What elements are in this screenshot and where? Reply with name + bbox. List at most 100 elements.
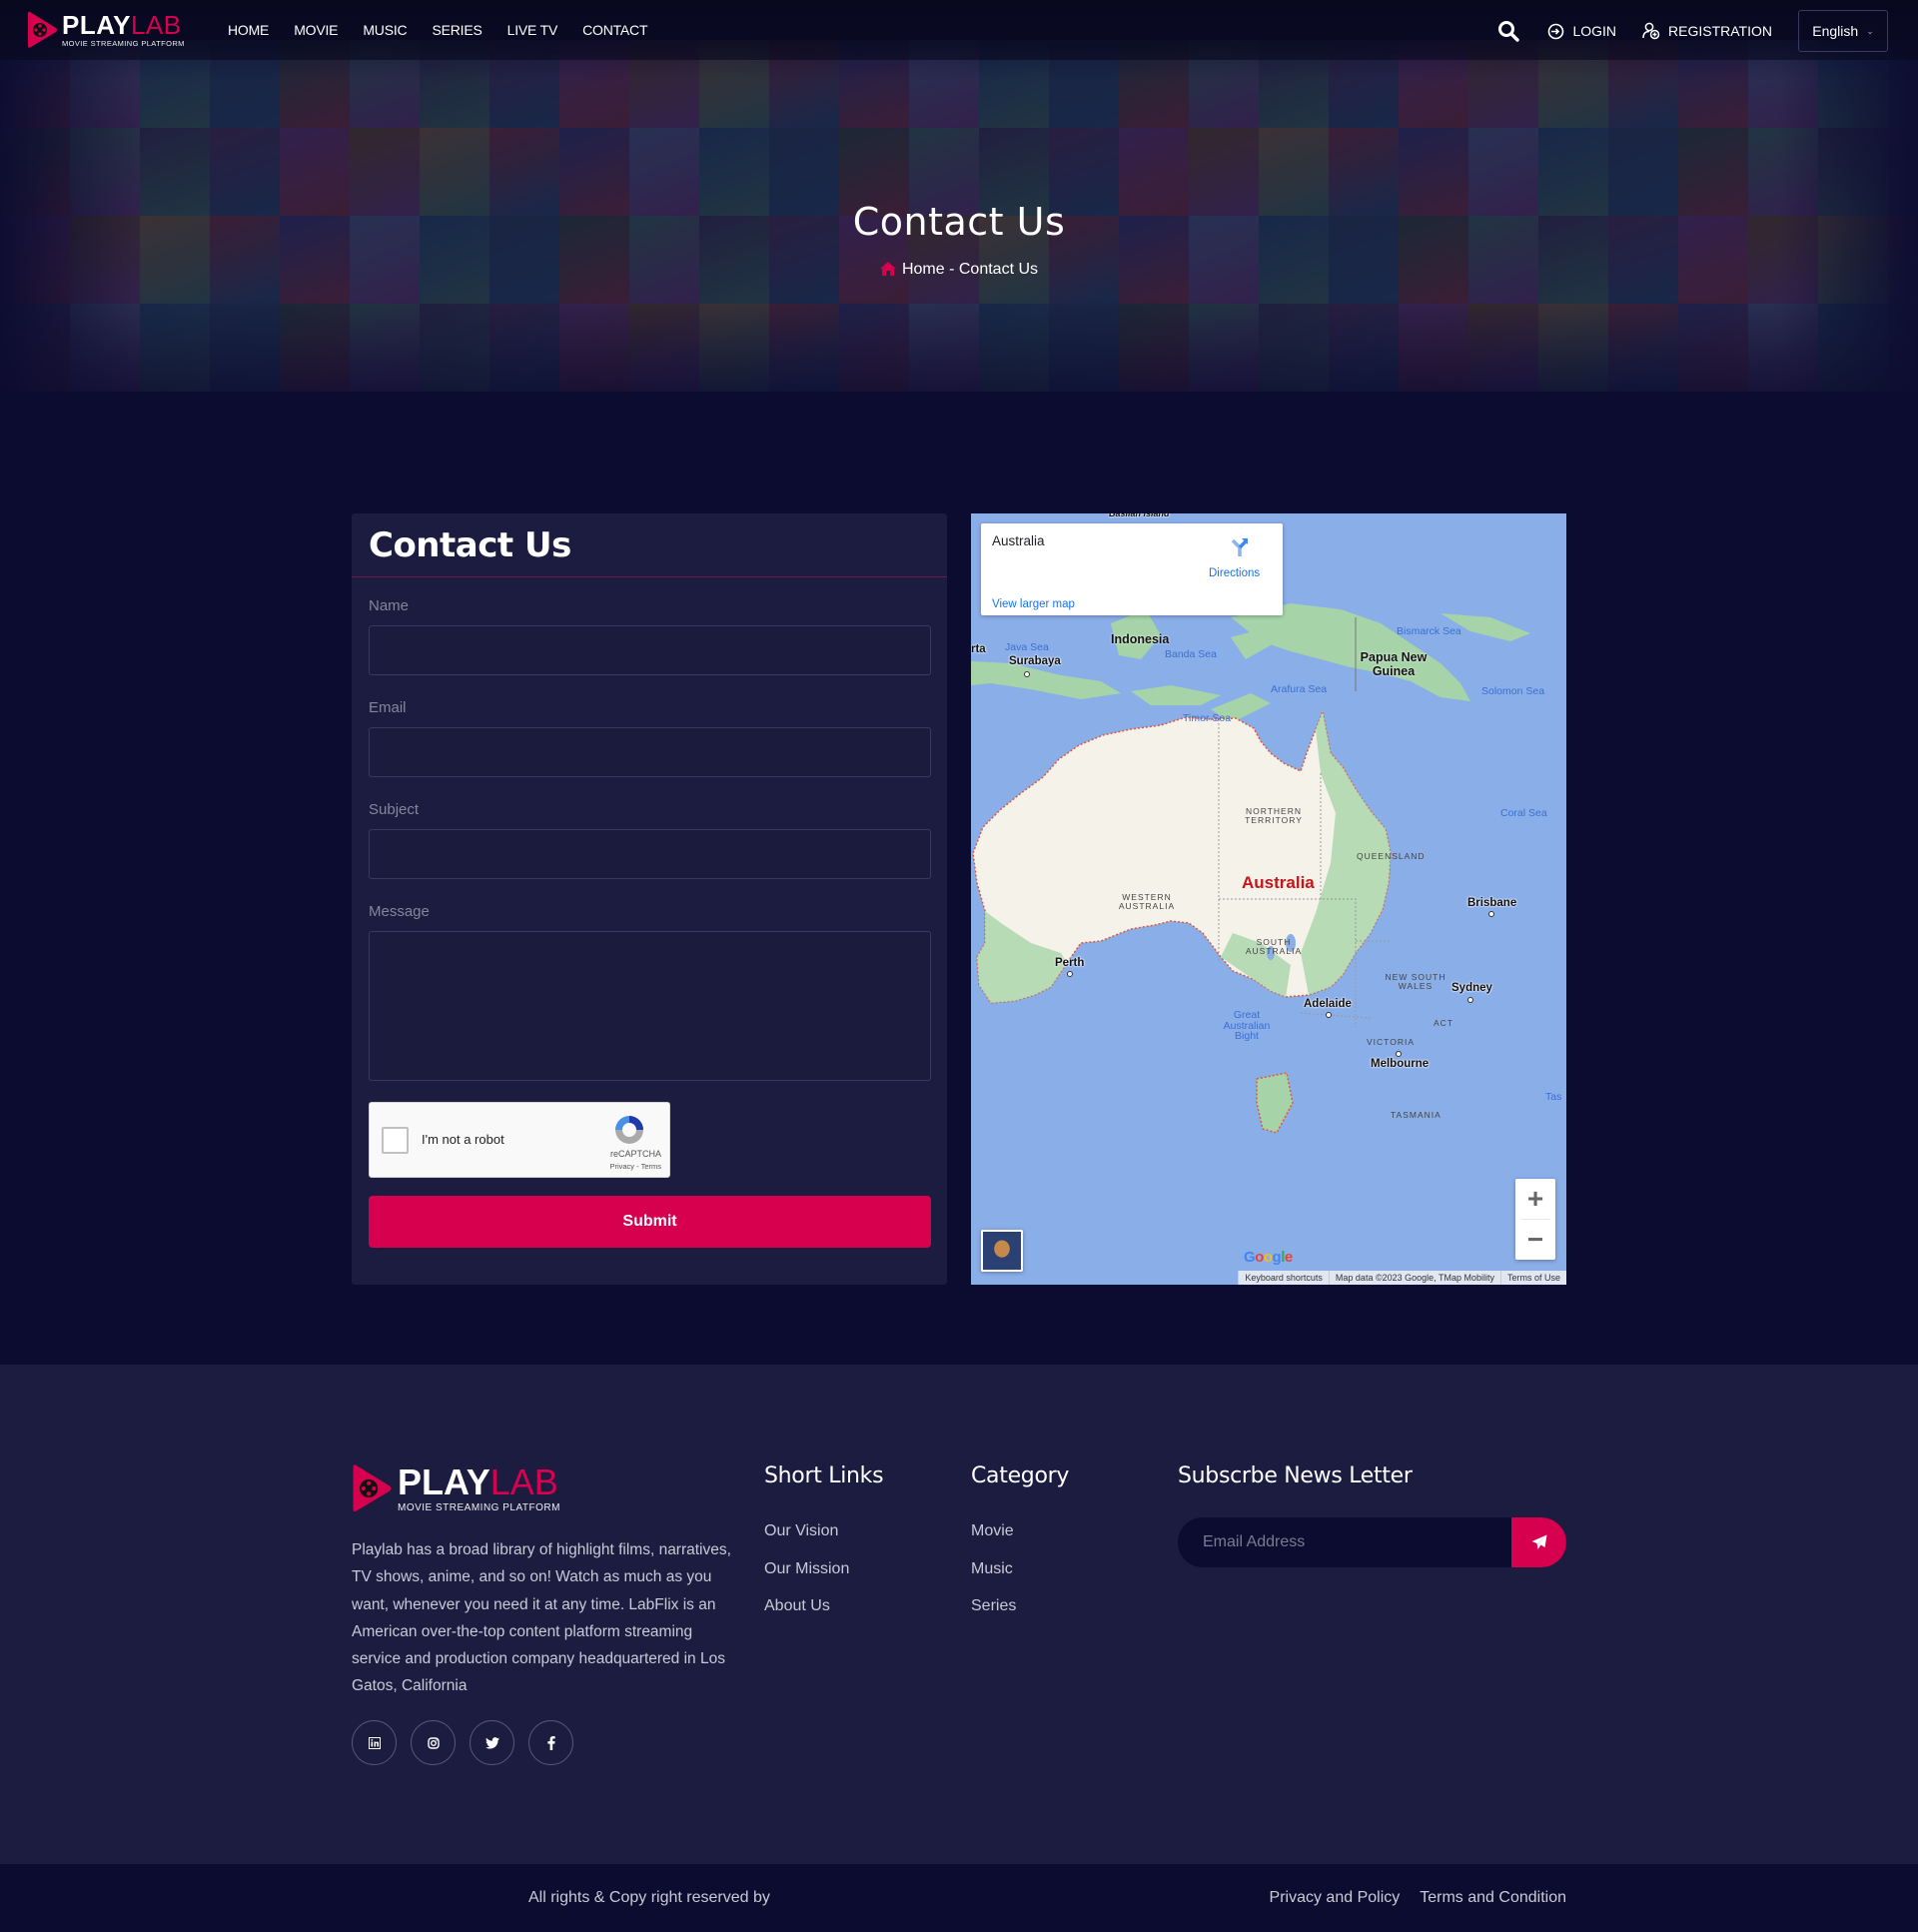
chevron-down-icon: ⌄ (1866, 25, 1874, 36)
map-marker-surabaya (1024, 671, 1030, 677)
login-icon (1548, 23, 1564, 39)
map-label-western-australia: WESTERN AUSTRALIA (1118, 892, 1176, 912)
map-label-great-australian-bight: Great Australian Bight (1223, 1009, 1271, 1042)
map-label-south-australia: SOUTH AUSTRALIA (1245, 937, 1303, 957)
map-label-indonesia: Indonesia (1111, 632, 1170, 646)
map-marker-sydney (1467, 997, 1473, 1003)
login-link[interactable]: LOGIN (1547, 23, 1616, 40)
nav-home[interactable]: HOME (228, 22, 269, 38)
terms-of-use-link[interactable]: Terms of Use (1499, 1271, 1566, 1285)
name-label: Name (369, 597, 410, 614)
zoom-in-button[interactable]: + (1515, 1179, 1555, 1219)
title-divider (352, 576, 947, 577)
category-movie[interactable]: Movie (971, 1520, 1016, 1558)
map-data-text: Map data ©2023 Google, TMap Mobility (1328, 1271, 1500, 1285)
breadcrumb-text[interactable]: Home - Contact Us (902, 261, 1038, 278)
map-label-png: Papua New Guinea (1360, 650, 1428, 678)
logo-word-lab: LAB (130, 10, 182, 41)
category-list: Movie Music Series (971, 1520, 1016, 1633)
newsletter-form (1178, 1517, 1566, 1567)
nav-actions: LOGIN REGISTRATION English ⌄ (1497, 10, 1888, 52)
map-marker-melbourne (1396, 1051, 1402, 1057)
zoom-out-button[interactable]: − (1515, 1220, 1555, 1260)
name-field[interactable] (369, 625, 931, 675)
terms-condition-link[interactable]: Terms and Condition (1420, 1889, 1566, 1907)
map-label-coral-sea: Coral Sea (1500, 807, 1547, 819)
submit-button[interactable]: Submit (369, 1196, 931, 1248)
nav-series[interactable]: SERIES (432, 22, 481, 38)
linkedin-button[interactable] (352, 1720, 397, 1765)
category-series[interactable]: Series (971, 1595, 1016, 1633)
legal-links: Privacy and Policy Terms and Condition (1270, 1889, 1566, 1907)
newsletter-submit-button[interactable] (1511, 1517, 1566, 1567)
linkedin-icon (368, 1736, 381, 1749)
map-label-java-sea: Java Sea (1005, 641, 1049, 653)
nav-contact[interactable]: CONTACT (582, 22, 647, 38)
map-label-sydney: Sydney (1451, 982, 1492, 994)
facebook-icon (546, 1735, 555, 1750)
site-logo[interactable]: PLAYLAB MOVIE STREAMING PLATFORM (28, 10, 185, 50)
view-larger-map-link[interactable]: View larger map (992, 598, 1075, 610)
recaptcha-label: I'm not a robot (422, 1132, 504, 1147)
map-marker-brisbane (1488, 911, 1494, 917)
category-title: Category (971, 1463, 1070, 1488)
top-navbar: PLAYLAB MOVIE STREAMING PLATFORM HOME MO… (0, 0, 1918, 60)
map-attribution: Keyboard shortcuts Map data ©2023 Google… (1238, 1271, 1566, 1285)
nav-music[interactable]: MUSIC (363, 22, 407, 38)
newsletter-email-input[interactable] (1178, 1517, 1511, 1567)
link-our-vision[interactable]: Our Vision (764, 1520, 849, 1558)
recaptcha-logo-icon (615, 1116, 643, 1144)
map-label-australia: Australia (1242, 873, 1315, 892)
map-label-arafura-sea: Arafura Sea (1271, 683, 1328, 695)
link-about-us[interactable]: About Us (764, 1595, 849, 1633)
map-label-perth: Perth (1055, 957, 1085, 969)
subject-field[interactable] (369, 829, 931, 879)
contact-form-card: Contact Us Name Email Subject Message I'… (352, 513, 947, 1285)
google-map[interactable]: Basilan Island rta Java Sea Surabaya Ind… (971, 513, 1566, 1285)
twitter-button[interactable] (470, 1720, 514, 1765)
footer-logo[interactable]: PLAYLAB MOVIE STREAMING PLATFORM (352, 1462, 560, 1514)
map-label-timor-sea: Timor Sea (1183, 712, 1232, 724)
directions-link[interactable]: Directions (1209, 567, 1260, 579)
keyboard-shortcuts-link[interactable]: Keyboard shortcuts (1238, 1271, 1329, 1285)
recaptcha-links[interactable]: Privacy - Terms (370, 1162, 661, 1171)
footer-bottom-bar: All rights & Copy right reserved by Priv… (0, 1864, 1918, 1932)
facebook-button[interactable] (528, 1720, 573, 1765)
directions-icon[interactable] (1229, 535, 1251, 557)
hero-title: Contact Us (852, 200, 1066, 244)
map-label-surabaya: Surabaya (1009, 655, 1061, 667)
map-label-victoria: VICTORIA (1367, 1037, 1415, 1047)
map-place-title: Australia (992, 533, 1045, 548)
privacy-policy-link[interactable]: Privacy and Policy (1270, 1889, 1401, 1907)
message-textarea[interactable] (369, 931, 931, 1081)
language-select[interactable]: English ⌄ (1798, 10, 1888, 52)
search-icon[interactable] (1497, 20, 1520, 42)
nav-live-tv[interactable]: LIVE TV (507, 22, 558, 38)
send-icon (1531, 1534, 1546, 1549)
google-logo: Google (1244, 1249, 1293, 1266)
email-field[interactable] (369, 727, 931, 777)
map-label-bismarck-sea: Bismarck Sea (1397, 625, 1461, 637)
play-logo-icon (353, 1464, 392, 1512)
link-our-mission[interactable]: Our Mission (764, 1558, 849, 1596)
logo-tagline: MOVIE STREAMING PLATFORM (62, 39, 185, 49)
subject-label: Subject (369, 801, 420, 818)
registration-link[interactable]: REGISTRATION (1642, 22, 1772, 40)
map-label-tasmania: TASMANIA (1391, 1110, 1441, 1120)
satellite-toggle-button[interactable] (981, 1230, 1023, 1272)
map-label-solomon-sea: Solomon Sea (1481, 685, 1545, 697)
login-label: LOGIN (1572, 23, 1617, 39)
instagram-button[interactable] (411, 1720, 456, 1765)
category-music[interactable]: Music (971, 1558, 1016, 1596)
map-marker-adelaide (1326, 1012, 1332, 1018)
copyright-text: All rights & Copy right reserved by (528, 1889, 770, 1906)
map-place-card: Australia Directions View larger map (981, 523, 1283, 615)
map-label-northern-territory: NORTHERN TERRITORY (1245, 806, 1303, 826)
nav-movie[interactable]: MOVIE (294, 22, 338, 38)
add-user-icon (1642, 22, 1660, 40)
language-value: English (1812, 23, 1859, 39)
contact-form-title: Contact Us (369, 525, 571, 565)
home-icon (879, 262, 896, 281)
map-label-queensland: QUEENSLAND (1357, 851, 1426, 861)
footer-logo-tagline: MOVIE STREAMING PLATFORM (398, 1501, 560, 1513)
